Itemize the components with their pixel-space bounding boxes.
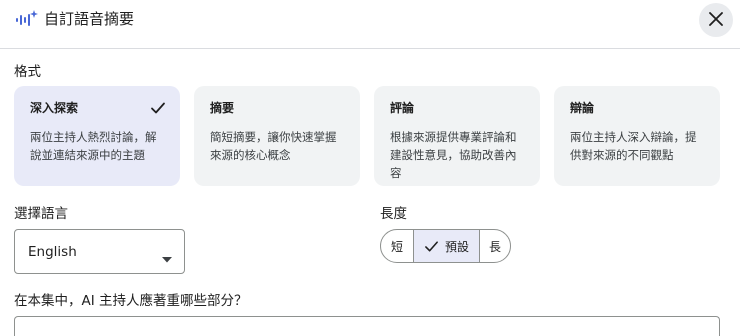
dropdown-arrow-icon: [162, 248, 172, 263]
dialog-title: 自訂語音摘要: [44, 10, 135, 28]
length-label: 長度: [380, 206, 407, 222]
language-select[interactable]: English: [14, 229, 185, 274]
format-label: 格式: [14, 64, 41, 80]
close-icon: [709, 11, 723, 30]
format-card-deep-dive[interactable]: 深入探索 兩位主持人熱烈討論，解說並連結來源中的主題: [14, 86, 180, 186]
format-card-title: 辯論: [570, 101, 595, 115]
length-segmented-control: 短 預設 長: [380, 229, 511, 263]
format-card-description: 根據來源提供專業評論和建設性意見，協助改善內容: [390, 130, 517, 180]
check-icon: [150, 100, 166, 116]
dialog-header: 自訂語音摘要: [0, 0, 740, 42]
format-card-title: 深入探索: [30, 101, 79, 115]
language-select-value: English: [28, 244, 77, 260]
focus-text-area[interactable]: [14, 316, 720, 336]
format-card-title: 評論: [390, 101, 415, 115]
format-card-description: 兩位主持人熱烈討論，解說並連結來源中的主題: [30, 130, 157, 162]
header-divider: [0, 48, 740, 49]
check-icon: [425, 240, 438, 252]
length-option-label: 短: [390, 239, 403, 254]
length-option-label: 預設: [444, 239, 469, 254]
close-button[interactable]: [699, 3, 733, 37]
format-card-summary[interactable]: 摘要 簡短摘要，讓你快速掌握來源的核心概念: [194, 86, 360, 186]
format-card-description: 兩位主持人深入辯論，提供對來源的不同觀點: [570, 130, 697, 162]
format-card-description: 簡短摘要，讓你快速掌握來源的核心概念: [210, 130, 337, 162]
focus-question-label: 在本集中，AI 主持人應著重哪些部分？: [14, 293, 248, 309]
length-option-long[interactable]: 長: [479, 230, 510, 262]
length-option-default[interactable]: 預設: [413, 230, 479, 262]
audio-sparkle-icon: [16, 9, 38, 29]
format-card-title: 摘要: [210, 101, 235, 115]
format-card-critique[interactable]: 評論 根據來源提供專業評論和建設性意見，協助改善內容: [374, 86, 540, 186]
format-card-debate[interactable]: 辯論 兩位主持人深入辯論，提供對來源的不同觀點: [554, 86, 720, 186]
length-option-short[interactable]: 短: [381, 230, 413, 262]
length-option-label: 長: [488, 239, 501, 254]
language-label: 選擇語言: [14, 206, 68, 222]
